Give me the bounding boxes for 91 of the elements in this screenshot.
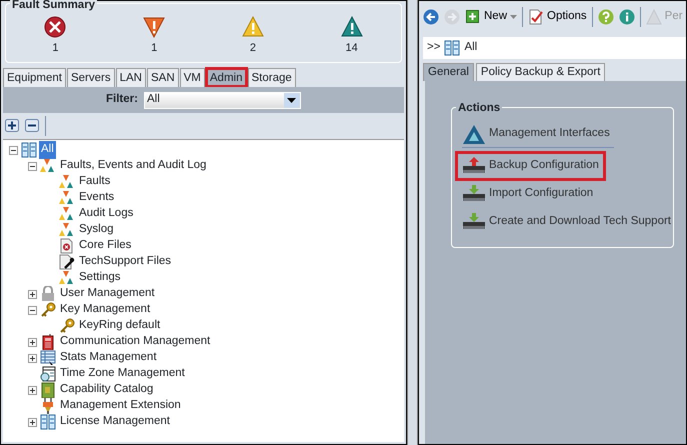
tree-item[interactable]: Key Management: [58, 301, 152, 319]
document-check-icon: [528, 9, 544, 25]
fault-count: 14: [346, 41, 358, 56]
fault-count: 1: [52, 41, 58, 56]
tree-item[interactable]: Stats Management: [58, 349, 159, 367]
upload-chip-icon: [462, 156, 486, 176]
action-link[interactable]: Backup Configuration: [456, 152, 605, 180]
action-link[interactable]: Create and Download Tech Support: [462, 208, 675, 236]
toolbar-button[interactable]: [423, 9, 439, 25]
triangle-icon: [646, 9, 662, 25]
tree-item[interactable]: Communication Management: [58, 333, 212, 351]
tab[interactable]: SAN: [146, 68, 179, 87]
fault-triangles-icon: [40, 158, 56, 174]
plug-icon: [40, 398, 56, 414]
tree-item[interactable]: All: [39, 141, 56, 159]
tree-item[interactable]: TechSupport Files: [77, 253, 174, 271]
toolbar-button[interactable]: New: [465, 8, 518, 26]
plus-icon: [465, 9, 481, 25]
tree-item[interactable]: User Management: [58, 285, 157, 303]
tree-item[interactable]: Settings: [77, 269, 123, 287]
tree-item[interactable]: Syslog: [77, 221, 116, 239]
help-icon: [598, 9, 614, 25]
expand-toggle[interactable]: [28, 386, 37, 394]
action-link[interactable]: Import Configuration: [462, 180, 598, 208]
fault-triangles-icon: [59, 270, 75, 286]
tree-item[interactable]: Faults, Events and Audit Log: [58, 157, 208, 175]
minus-icon: [25, 119, 39, 132]
tree-item[interactable]: Core Files: [77, 237, 134, 255]
table-icon: [40, 350, 56, 366]
catalog-book-icon: [40, 382, 56, 398]
info-icon: [618, 9, 635, 25]
server-rack-icon: [444, 40, 460, 56]
tree-item[interactable]: License Management: [58, 413, 172, 431]
fault-triangles-icon: [59, 206, 75, 222]
splitter[interactable]: [407, 0, 418, 445]
file-error-icon: [59, 238, 75, 254]
tab[interactable]: General: [423, 63, 474, 81]
plus-icon: [5, 119, 19, 132]
breadcrumb-separator: >>: [427, 40, 440, 56]
fault-triangles-icon: [59, 222, 75, 238]
phone-icon: [40, 334, 56, 350]
lock-icon: [40, 286, 56, 302]
expand-toggle[interactable]: [28, 338, 37, 346]
tab[interactable]: Policy Backup & Export: [476, 63, 606, 81]
tab[interactable]: LAN: [116, 68, 146, 87]
tab[interactable]: Equipment: [3, 68, 66, 87]
action-link[interactable]: Management Interfaces: [462, 120, 614, 148]
tab[interactable]: Admin: [206, 68, 246, 87]
fault-triangles-icon: [59, 174, 75, 190]
tab[interactable]: Servers: [66, 68, 115, 87]
pyramid-icon: [462, 124, 486, 144]
fault-count: 2: [250, 41, 256, 56]
panel-title: Fault Summary: [10, 0, 98, 12]
fault-count: 1: [151, 41, 158, 56]
caret-icon: [287, 98, 296, 102]
warning-icon: [340, 16, 363, 38]
warning-icon: [143, 16, 166, 38]
file-wrench-icon: [59, 254, 75, 270]
expand-toggle[interactable]: [28, 290, 37, 298]
key-icon: [59, 318, 75, 334]
download-chip-icon: [462, 184, 486, 204]
fault-triangles-icon: [59, 190, 75, 206]
caret-icon: [510, 15, 518, 19]
tree-item[interactable]: KeyRing default: [77, 317, 162, 335]
expand-toggle[interactable]: [28, 418, 37, 426]
collapse-toggle[interactable]: [28, 306, 37, 314]
tree-item[interactable]: Management Extension: [58, 397, 183, 415]
expand-toggle[interactable]: [28, 354, 37, 362]
toolbar-button[interactable]: [618, 9, 635, 25]
download-chip-icon: [462, 212, 486, 232]
warning-icon: [242, 16, 264, 38]
server-rack-icon: [40, 414, 56, 430]
collapse-toggle[interactable]: [28, 162, 37, 170]
server-rack-icon: [21, 142, 37, 158]
error-icon: [44, 16, 66, 38]
tab[interactable]: Storage: [248, 68, 296, 87]
tree-item[interactable]: Time Zone Management: [58, 365, 187, 383]
tree-item[interactable]: Events: [77, 189, 116, 207]
filter-label: Filter:: [106, 92, 138, 108]
collapse-all-button[interactable]: [25, 118, 39, 134]
expand-all-button[interactable]: [5, 118, 19, 134]
calendar-clock-icon: [40, 366, 56, 382]
tree-item[interactable]: Capability Catalog: [58, 381, 156, 399]
breadcrumb-item[interactable]: All: [464, 39, 478, 57]
collapse-toggle[interactable]: [9, 146, 18, 154]
filter-dropdown[interactable]: All: [144, 92, 301, 108]
tab[interactable]: VM: [180, 68, 205, 87]
toolbar-button[interactable]: Options: [528, 8, 587, 26]
tree-item[interactable]: Faults: [77, 173, 112, 191]
key-icon: [40, 302, 56, 318]
tree-item[interactable]: Audit Logs: [77, 205, 136, 223]
